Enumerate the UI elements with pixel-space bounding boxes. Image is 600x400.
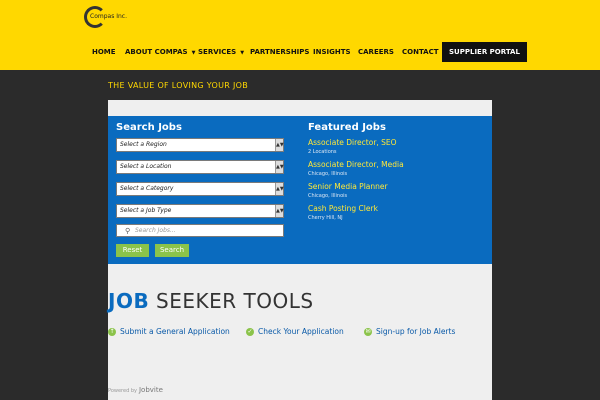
job-title[interactable]: Senior Media Planner: [308, 182, 388, 191]
job-search-box: Search Jobs Select a Region ▲▼ Select a L…: [108, 116, 492, 264]
job-title[interactable]: Associate Director, Media: [308, 160, 404, 169]
search-placeholder: Search Jobs...: [135, 227, 176, 234]
chevron-down-icon: ▼: [191, 50, 196, 56]
nav-home[interactable]: HOME: [92, 42, 116, 62]
search-icon: ⚲: [125, 227, 131, 235]
panel-top-strip: [108, 100, 492, 116]
nav-supplier-portal[interactable]: SUPPLIER PORTAL: [442, 42, 527, 62]
jobvite-logo: Jobvite: [138, 386, 163, 394]
search-jobs-title: Search Jobs: [116, 122, 182, 133]
logo-text: Compas Inc.: [90, 13, 128, 20]
featured-job[interactable]: Cash Posting Clerk Cherry Hill, NJ: [308, 204, 378, 221]
nav-careers[interactable]: CAREERS: [358, 42, 394, 62]
check-application-link[interactable]: ✓ Check Your Application: [246, 321, 344, 336]
featured-job[interactable]: Associate Director, SEO 2 Locations: [308, 138, 397, 155]
location-select[interactable]: Select a Location ▲▼: [116, 160, 284, 174]
dropdown-arrow-icon: ▲▼: [275, 205, 284, 217]
mail-icon: ✉: [364, 327, 372, 336]
submit-application-link[interactable]: ↑ Submit a General Application: [108, 321, 230, 336]
category-select[interactable]: Select a Category ▲▼: [116, 182, 284, 196]
job-seeker-tools-title: JOB SEEKER TOOLS: [108, 289, 314, 313]
job-title[interactable]: Cash Posting Clerk: [308, 204, 378, 213]
chevron-down-icon: ▼: [240, 50, 245, 56]
content-panel: Search Jobs Select a Region ▲▼ Select a L…: [108, 100, 492, 400]
job-location: 2 Locations: [308, 149, 337, 155]
header-bar: Compas Inc. HOME ABOUT COMPAS ▼ SERVICES ▼…: [0, 0, 600, 70]
job-location: Chicago, Illinois: [308, 193, 348, 199]
nav-about-compas[interactable]: ABOUT COMPAS ▼: [125, 42, 195, 62]
check-icon: ✓: [246, 327, 254, 336]
dropdown-arrow-icon: ▲▼: [275, 183, 284, 195]
job-search-input[interactable]: ⚲ Search Jobs...: [116, 224, 284, 237]
featured-jobs-title: Featured Jobs: [308, 122, 386, 133]
upload-icon: ↑: [108, 327, 116, 336]
featured-job[interactable]: Associate Director, Media Chicago, Illin…: [308, 160, 404, 177]
featured-job[interactable]: Senior Media Planner Chicago, Illinois: [308, 182, 388, 199]
compas-logo[interactable]: Compas Inc.: [84, 6, 127, 30]
search-button[interactable]: Search: [155, 244, 189, 257]
powered-by-jobvite[interactable]: Powered by Jobvite: [108, 377, 163, 396]
nav-services[interactable]: SERVICES ▼: [198, 42, 244, 62]
job-alerts-link[interactable]: ✉ Sign-up for Job Alerts: [364, 321, 455, 336]
reset-button[interactable]: Reset: [116, 244, 149, 257]
job-location: Chicago, Illinois: [308, 171, 348, 177]
job-location: Cherry Hill, NJ: [308, 215, 343, 221]
tagline: THE VALUE OF LOVING YOUR JOB: [108, 81, 249, 90]
job-title[interactable]: Associate Director, SEO: [308, 138, 397, 147]
nav-partnerships[interactable]: PARTNERSHIPS: [250, 42, 309, 62]
region-select[interactable]: Select a Region ▲▼: [116, 138, 284, 152]
dropdown-arrow-icon: ▲▼: [275, 139, 284, 151]
nav-contact[interactable]: CONTACT: [402, 42, 439, 62]
nav-insights[interactable]: INSIGHTS: [313, 42, 351, 62]
job-type-select[interactable]: Select a Job Type ▲▼: [116, 204, 284, 218]
dropdown-arrow-icon: ▲▼: [275, 161, 284, 173]
